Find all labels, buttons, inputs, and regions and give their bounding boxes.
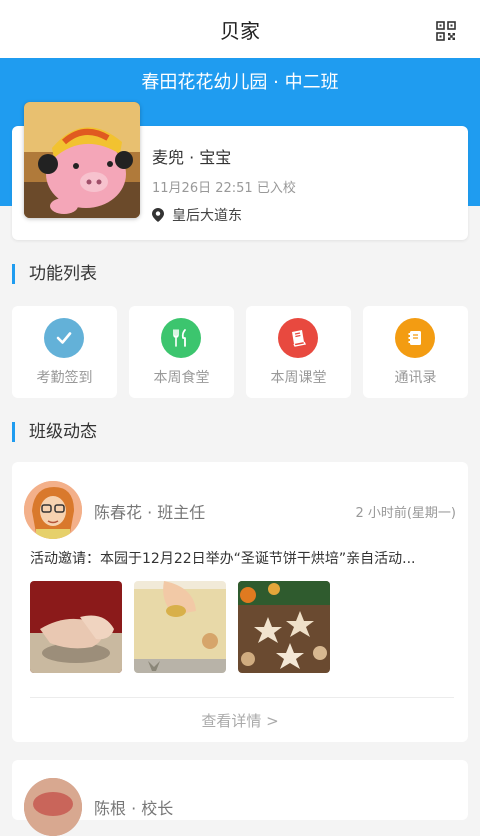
- child-avatar[interactable]: [24, 102, 140, 218]
- func-classroom-label: 本周课堂: [270, 370, 327, 386]
- feed-divider: [30, 697, 454, 698]
- func-attendance[interactable]: 考勤签到: [12, 306, 117, 398]
- func-canteen[interactable]: 本周食堂: [129, 306, 234, 398]
- qr-code-icon[interactable]: [436, 21, 456, 41]
- func-contacts[interactable]: 通讯录: [363, 306, 468, 398]
- location-text: 皇后大道东: [172, 208, 242, 224]
- book-icon: [278, 318, 318, 358]
- post-author: 陈春花 · 班主任: [94, 503, 206, 522]
- top-navbar: 贝家: [0, 0, 480, 59]
- functions-section-title: 功能列表: [12, 264, 97, 284]
- func-classroom[interactable]: 本周课堂: [246, 306, 351, 398]
- post-text: 活动邀请：本园于12月22日举办“圣诞节饼干烘培”亲自活动...: [30, 551, 416, 567]
- child-name: 麦兜 · 宝宝: [152, 148, 232, 167]
- cookie-cutting-photo[interactable]: [134, 581, 226, 673]
- location-row: 皇后大道东: [152, 205, 242, 225]
- app-title: 贝家: [220, 19, 260, 43]
- fork-knife-icon: [161, 318, 201, 358]
- cookie-dough-photo[interactable]: [30, 581, 122, 673]
- feed-section-title: 班级动态: [12, 422, 97, 442]
- check-icon: [44, 318, 84, 358]
- func-attendance-label: 考勤签到: [36, 370, 93, 386]
- post-time: 2 小时前(星期一): [355, 506, 456, 521]
- author-avatar-2[interactable]: [24, 778, 82, 836]
- star-cookies-photo[interactable]: [238, 581, 330, 673]
- map-pin-icon: [152, 208, 164, 222]
- func-canteen-label: 本周食堂: [153, 370, 210, 386]
- class-name: 春田花花幼儿园 · 中二班: [141, 72, 339, 93]
- post-author-2: 陈根 · 校长: [94, 799, 174, 818]
- enroll-time: 11月26日 22:51 已入校: [152, 181, 296, 196]
- func-contacts-label: 通讯录: [394, 370, 437, 386]
- view-details-link[interactable]: 查看详情 >: [0, 710, 480, 731]
- author-avatar[interactable]: [24, 481, 82, 539]
- contacts-icon: [395, 318, 435, 358]
